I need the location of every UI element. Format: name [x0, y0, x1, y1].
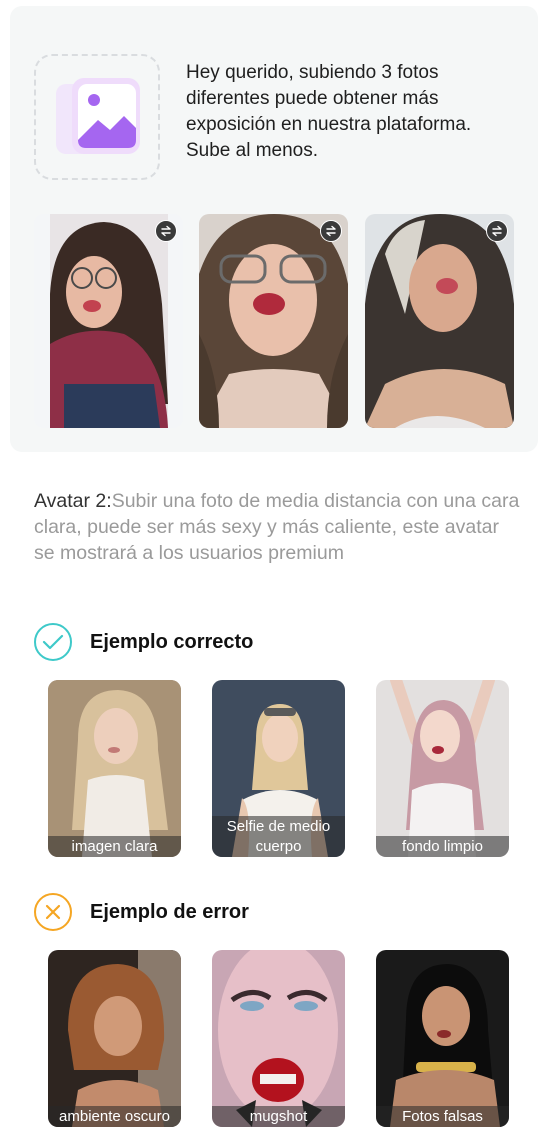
example-caption: fondo limpio	[376, 836, 509, 857]
error-example-header: Ejemplo de error	[34, 893, 249, 931]
correct-example-title: Ejemplo correcto	[90, 630, 254, 653]
avatar-description: Avatar 2:Subir una foto de media distanc…	[34, 488, 524, 566]
swap-photo-button[interactable]	[155, 220, 177, 242]
swap-icon	[492, 225, 502, 237]
example-caption: ambiente oscuro	[48, 1106, 181, 1127]
upload-placeholder[interactable]	[34, 54, 160, 180]
error-example-title: Ejemplo de error	[90, 900, 249, 923]
correct-example-3: fondo limpio	[376, 680, 509, 857]
example-caption: Fotos falsas	[376, 1106, 509, 1127]
swap-icon	[326, 225, 336, 237]
avatar-lead: Avatar 2:	[34, 490, 112, 512]
example-caption: Selfie de medio cuerpo	[212, 816, 345, 857]
error-example-1: ambiente oscuro	[48, 950, 181, 1127]
x-circle-icon	[34, 893, 72, 931]
correct-example-1: imagen clara	[48, 680, 181, 857]
uploaded-photo-3[interactable]	[365, 214, 514, 428]
correct-example-header: Ejemplo correcto	[34, 623, 253, 661]
upload-intro-text: Hey querido, subiendo 3 fotos diferentes…	[186, 62, 472, 161]
swap-photo-button[interactable]	[320, 220, 342, 242]
check-circle-icon	[34, 623, 72, 661]
swap-photo-button[interactable]	[486, 220, 508, 242]
example-caption: imagen clara	[48, 836, 181, 857]
photo-stack-icon	[56, 78, 140, 154]
uploaded-photo-2[interactable]	[199, 214, 348, 428]
example-caption: mugshot	[212, 1106, 345, 1127]
error-example-3: Fotos falsas	[376, 950, 509, 1127]
error-example-2: mugshot	[212, 950, 345, 1127]
correct-example-2: Selfie de medio cuerpo	[212, 680, 345, 857]
uploaded-photo-1[interactable]	[34, 214, 183, 428]
swap-icon	[161, 225, 171, 237]
